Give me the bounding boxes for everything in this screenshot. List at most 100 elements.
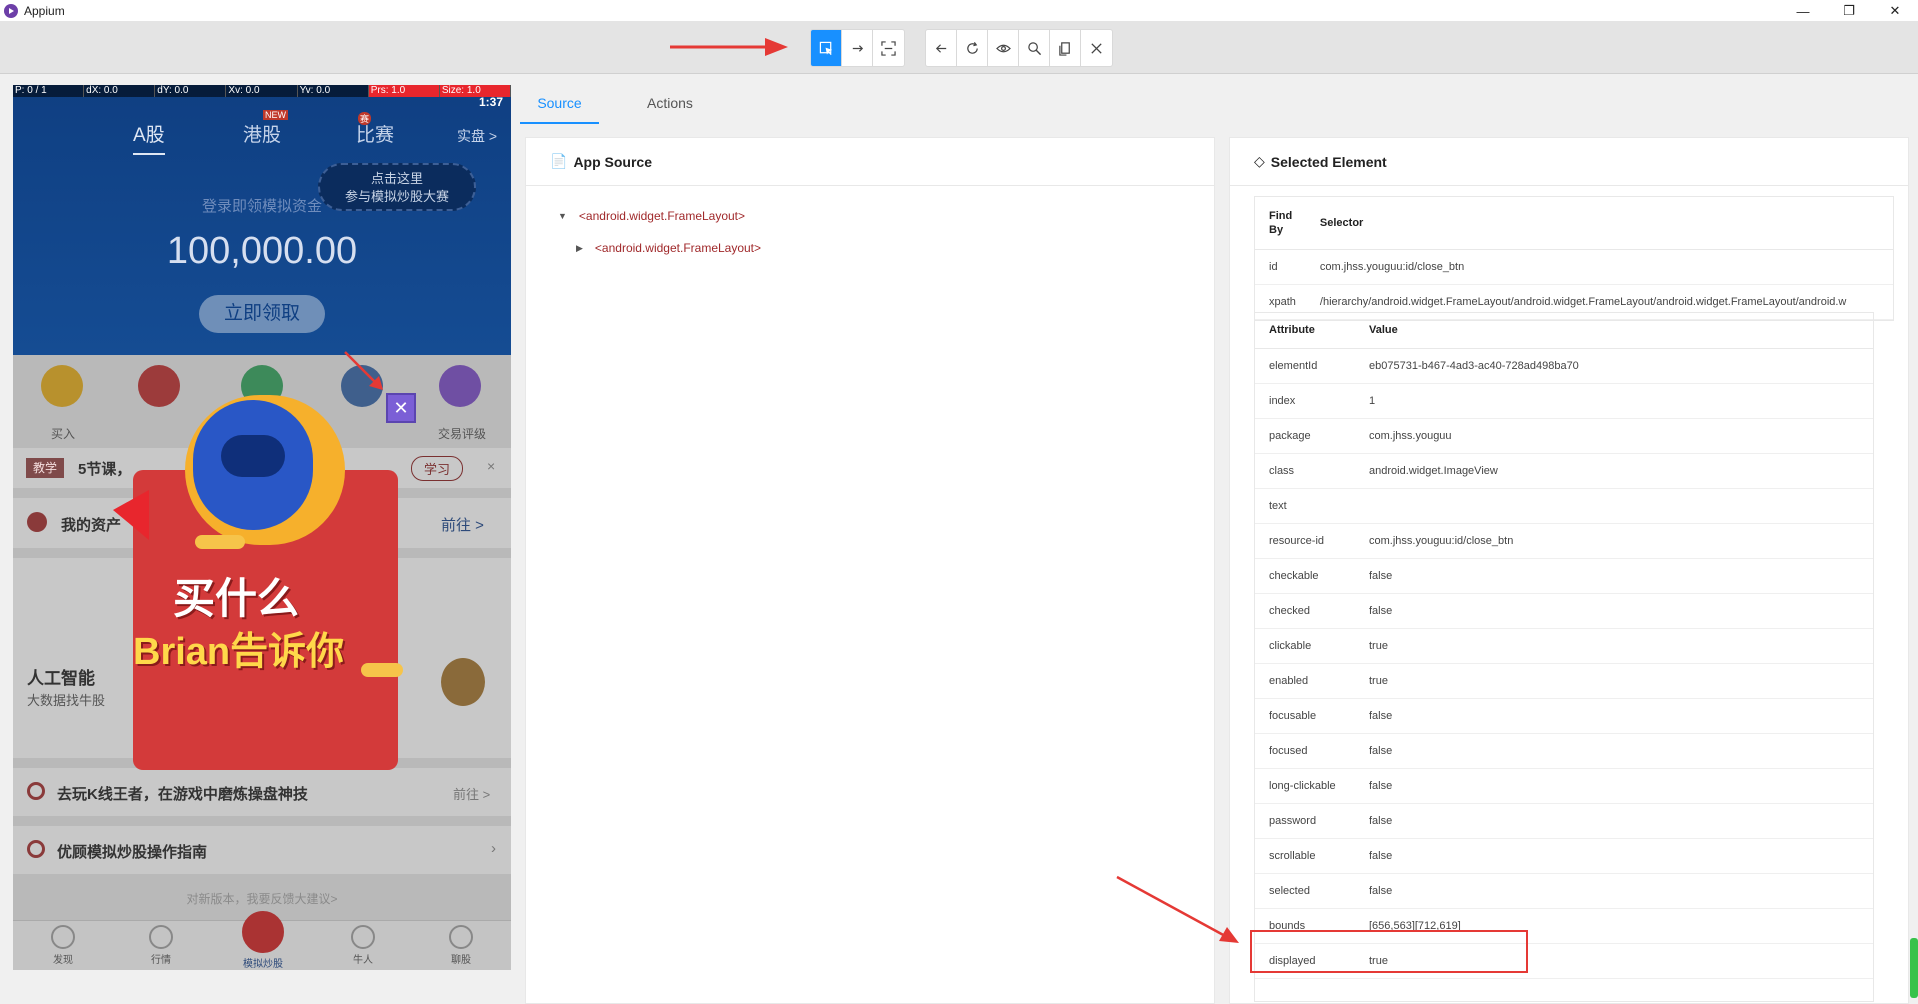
table-row: password false bbox=[1255, 803, 1873, 839]
attribute-value[interactable]: android.widget.ImageView bbox=[1355, 453, 1873, 489]
swipe-button[interactable] bbox=[842, 30, 873, 66]
attribute-value[interactable]: true bbox=[1355, 628, 1873, 664]
attribute-value[interactable]: false bbox=[1355, 873, 1873, 909]
tab-a-share[interactable]: A股 bbox=[133, 120, 165, 155]
attribute-value[interactable] bbox=[1355, 488, 1873, 524]
attribute-value[interactable]: false bbox=[1355, 768, 1873, 804]
restore-button[interactable]: ❐ bbox=[1826, 0, 1872, 22]
attribute-value[interactable]: eb075731-b467-4ad3-ac40-728ad498ba70 bbox=[1355, 348, 1873, 384]
pie-chart-icon bbox=[27, 512, 47, 532]
nav-chat[interactable]: 聊股 bbox=[431, 925, 491, 966]
table-row: index 1 bbox=[1255, 383, 1873, 419]
attribute-value[interactable]: false bbox=[1355, 838, 1873, 874]
nav-sim-trading[interactable]: 模拟炒股 bbox=[233, 911, 293, 970]
tree-node[interactable]: ▶ <android.widget.FrameLayout> bbox=[558, 232, 761, 264]
table-row: checkable false bbox=[1255, 558, 1873, 594]
attribute-value[interactable]: 1 bbox=[1355, 383, 1873, 419]
title-bar: Appium — ❐ ✕ bbox=[0, 0, 1918, 22]
attribute-value[interactable]: false bbox=[1355, 558, 1873, 594]
attribute-value[interactable]: false bbox=[1355, 698, 1873, 734]
back-icon bbox=[935, 43, 946, 53]
tree-node-label[interactable]: <android.widget.FrameLayout> bbox=[579, 209, 745, 223]
app-source-title: App Source bbox=[573, 153, 653, 170]
table-row: elementId eb075731-b467-4ad3-ac40-728ad49… bbox=[1255, 348, 1873, 384]
annotation-arrow-icon-3 bbox=[1116, 875, 1239, 943]
bull-mascot-icon bbox=[441, 658, 485, 706]
tab-real-trading[interactable]: 实盘 > bbox=[457, 126, 497, 146]
select-elements-icon bbox=[819, 41, 832, 55]
inspector-tabs: Source Actions bbox=[520, 75, 1918, 124]
feedback-text[interactable]: 对新版本，我要反馈大建议> bbox=[13, 890, 511, 907]
selector-value[interactable]: com.jhss.youguu:id/close_btn bbox=[1305, 249, 1893, 285]
nav-market[interactable]: 行情 bbox=[131, 925, 191, 966]
chat-icon bbox=[449, 925, 473, 949]
quit-session-button[interactable] bbox=[1081, 30, 1112, 66]
new-badge: NEW bbox=[263, 110, 288, 120]
nav-discover-label: 发现 bbox=[53, 955, 73, 966]
nav-market-label: 行情 bbox=[151, 955, 171, 966]
copy-xml-button[interactable] bbox=[1050, 30, 1081, 66]
contest-badge: 赛 bbox=[358, 112, 372, 125]
tab-hk-share[interactable]: 港股 bbox=[243, 120, 281, 147]
nav-discover[interactable]: 发现 bbox=[33, 925, 93, 966]
crown-icon[interactable] bbox=[439, 365, 481, 407]
flag-icon bbox=[113, 490, 149, 540]
scrollbar-indicator[interactable] bbox=[1910, 938, 1918, 998]
chevron-right-icon: › bbox=[491, 840, 496, 857]
attribute-name: selected bbox=[1255, 873, 1355, 909]
attribute-name: resource-id bbox=[1255, 523, 1355, 559]
market-icon bbox=[149, 925, 173, 949]
selector-strategy: id bbox=[1255, 249, 1306, 285]
tap-by-coordinates-button[interactable] bbox=[873, 30, 904, 66]
tree-node[interactable]: ▼ <android.widget.FrameLayout> bbox=[558, 200, 761, 232]
attribute-name: checked bbox=[1255, 593, 1355, 629]
refresh-button[interactable] bbox=[957, 30, 988, 66]
close-window-button[interactable]: ✕ bbox=[1872, 0, 1918, 22]
game-strip[interactable]: 去玩K线王者，在游戏中磨炼操盘神技 前往 > bbox=[13, 768, 511, 816]
app-source-panel: 📄 App Source ▼ <android.widget.FrameLayo… bbox=[525, 137, 1215, 1004]
guide-strip[interactable]: 优顾模拟炒股操作指南 › bbox=[13, 826, 511, 874]
assets-text: 我的资产 bbox=[61, 517, 122, 534]
table-row: scrollable false bbox=[1255, 838, 1873, 874]
back-button[interactable] bbox=[926, 30, 957, 66]
table-row: long-clickable false bbox=[1255, 768, 1873, 804]
device-screenshot[interactable]: P: 0 / 1 dX: 0.0 dY: 0.0 Xv: 0.0 Yv: 0.0… bbox=[13, 85, 511, 970]
claim-button[interactable]: 立即领取 bbox=[199, 295, 325, 333]
inspector-toolbar bbox=[0, 22, 1918, 74]
attribute-value[interactable]: true bbox=[1355, 663, 1873, 699]
tree-node-label[interactable]: <android.widget.FrameLayout> bbox=[595, 241, 761, 255]
tab-source[interactable]: Source bbox=[520, 95, 599, 124]
attribute-name: long-clickable bbox=[1255, 768, 1355, 804]
learn-button[interactable]: 学习 bbox=[411, 456, 464, 481]
strip-close-icon[interactable]: × bbox=[487, 458, 495, 474]
attribute-name: clickable bbox=[1255, 628, 1355, 664]
attribute-value[interactable]: false bbox=[1355, 733, 1873, 769]
ad-popup[interactable]: 买什么 Brian告诉你 bbox=[113, 395, 413, 770]
game-text: 去玩K线王者，在游戏中磨炼操盘神技 bbox=[57, 786, 308, 803]
attribute-value[interactable]: com.jhss.youguu:id/close_btn bbox=[1355, 523, 1873, 559]
select-elements-button[interactable] bbox=[811, 30, 842, 66]
toggle-attributes-button[interactable] bbox=[988, 30, 1019, 66]
nav-chat-label: 聊股 bbox=[451, 955, 471, 966]
bounds-highlight-box bbox=[1250, 930, 1528, 973]
search-elements-button[interactable] bbox=[1019, 30, 1050, 66]
bubble-line-1: 点击这里 bbox=[370, 171, 423, 186]
assets-goto[interactable]: 前往 > bbox=[441, 514, 484, 535]
caret-right-icon[interactable]: ▶ bbox=[576, 243, 583, 254]
attribute-value[interactable]: false bbox=[1355, 593, 1873, 629]
coin-icon-2 bbox=[361, 663, 403, 677]
game-goto[interactable]: 前往 > bbox=[453, 784, 490, 803]
table-row: id com.jhss.youguu:id/close_btn bbox=[1255, 249, 1893, 285]
buy-icon[interactable] bbox=[41, 365, 83, 407]
app-source-header: 📄 App Source bbox=[526, 138, 1214, 186]
attribute-name: focused bbox=[1255, 733, 1355, 769]
tab-actions[interactable]: Actions bbox=[647, 95, 693, 122]
nav-experts[interactable]: 牛人 bbox=[333, 925, 393, 966]
caret-down-icon[interactable]: ▼ bbox=[558, 211, 567, 221]
attribute-value[interactable]: com.jhss.youguu bbox=[1355, 418, 1873, 454]
inspector-area: Source Actions 📄 App Source ▼ <android.w… bbox=[520, 75, 1918, 1004]
minimize-button[interactable]: — bbox=[1780, 0, 1826, 22]
account-banner: P: 0 / 1 dX: 0.0 dY: 0.0 Xv: 0.0 Yv: 0.0… bbox=[13, 85, 511, 355]
ad-close-button[interactable]: ✕ bbox=[386, 393, 416, 423]
attribute-value[interactable]: false bbox=[1355, 803, 1873, 839]
